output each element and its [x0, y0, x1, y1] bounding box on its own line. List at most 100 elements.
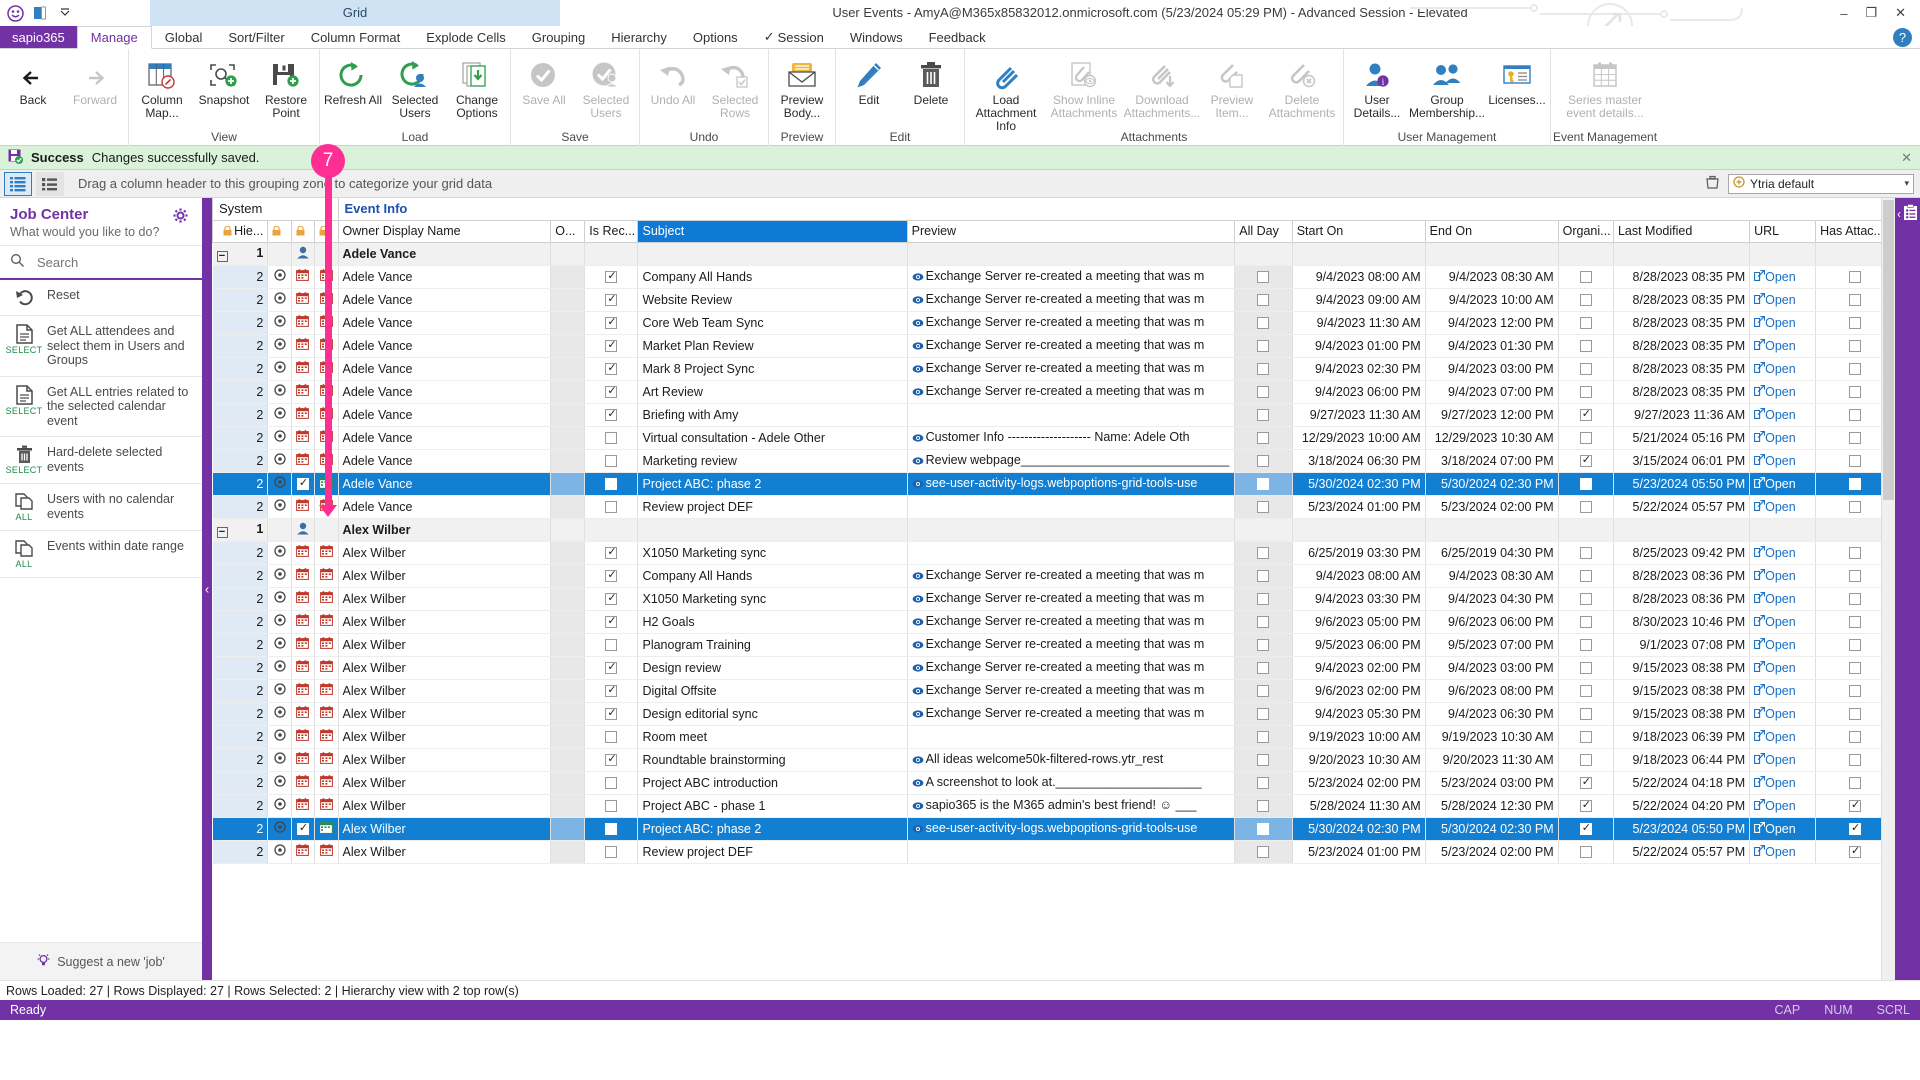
- table-row[interactable]: 2 Alex Wilber Project ABC: phase 2 see-user…: [212, 817, 1895, 841]
- checkbox[interactable]: [1257, 662, 1270, 675]
- organizer-cell[interactable]: [1558, 426, 1614, 450]
- organizer-cell[interactable]: [1558, 311, 1614, 335]
- all-day-cell[interactable]: [1234, 817, 1293, 841]
- table-row[interactable]: 2 Alex Wilber Review project DEF 5/23/2024 …: [212, 840, 1895, 864]
- right-panel-rail[interactable]: ‹: [1895, 198, 1920, 980]
- checkbox[interactable]: [605, 292, 618, 307]
- organizer-cell[interactable]: [1558, 633, 1614, 657]
- maximize-button[interactable]: ❐: [1865, 5, 1877, 21]
- scrollbar-thumb[interactable]: [1883, 200, 1894, 500]
- organizer-cell[interactable]: [1558, 725, 1614, 749]
- is-recurring-cell[interactable]: [584, 541, 639, 565]
- table-row[interactable]: 2 Alex Wilber X1050 Marketing sync 6/25/201…: [212, 541, 1895, 565]
- checkbox[interactable]: [605, 731, 618, 744]
- checkbox[interactable]: [605, 706, 618, 721]
- is-recurring-cell[interactable]: [584, 817, 639, 841]
- checkbox[interactable]: [1579, 407, 1592, 422]
- flat-list-view-icon[interactable]: [36, 171, 64, 196]
- grid-table[interactable]: System Event Info Hie... Owner Display Name…: [212, 198, 1895, 864]
- table-row[interactable]: 2 Alex Wilber Digital Offsite Exchange Serv…: [212, 679, 1895, 703]
- url-open-link[interactable]: Open: [1754, 385, 1796, 399]
- all-day-cell[interactable]: [1234, 380, 1293, 404]
- checkbox[interactable]: [1579, 547, 1592, 560]
- checkbox[interactable]: [1849, 317, 1862, 330]
- is-recurring-cell[interactable]: [584, 357, 639, 381]
- organizer-cell[interactable]: [1558, 449, 1614, 473]
- all-day-cell[interactable]: [1234, 679, 1293, 703]
- group-header-row[interactable]: −1 Adele Vance: [212, 242, 1895, 266]
- expander-icon[interactable]: −: [216, 526, 228, 538]
- is-recurring-cell[interactable]: [584, 288, 639, 312]
- licenses-button[interactable]: Licenses...: [1486, 49, 1548, 107]
- help-icon[interactable]: ?: [1893, 28, 1912, 47]
- all-day-cell[interactable]: [1234, 426, 1293, 450]
- all-day-cell[interactable]: [1234, 288, 1293, 312]
- table-row[interactable]: 2 Alex Wilber X1050 Marketing sync Exchange…: [212, 587, 1895, 611]
- all-day-cell[interactable]: [1234, 472, 1293, 496]
- all-day-cell[interactable]: [1234, 725, 1293, 749]
- url-cell[interactable]: Open: [1749, 311, 1817, 335]
- tab-session[interactable]: ✓ Session: [751, 26, 837, 48]
- checkbox[interactable]: [1579, 570, 1592, 583]
- checkbox[interactable]: [605, 752, 618, 767]
- url-cell[interactable]: Open: [1749, 771, 1817, 795]
- brand-tab[interactable]: sapio365: [0, 26, 77, 48]
- url-cell[interactable]: Open: [1749, 725, 1817, 749]
- all-day-cell[interactable]: [1234, 495, 1293, 519]
- calendar-icon-cell[interactable]: [291, 311, 316, 335]
- all-day-cell[interactable]: [1234, 311, 1293, 335]
- calendar-icon-cell[interactable]: [291, 541, 316, 565]
- tab-grouping[interactable]: Grouping: [519, 26, 598, 48]
- url-cell[interactable]: Open: [1749, 840, 1817, 864]
- job-item-hard-delete-selected-events[interactable]: SELECT Hard-delete selected events: [0, 437, 202, 484]
- checkbox[interactable]: [1257, 708, 1270, 721]
- checkbox[interactable]: [1257, 754, 1270, 767]
- selected-users-button[interactable]: Selected Users: [384, 49, 446, 120]
- column-header-is-rec[interactable]: Is Rec...: [584, 220, 639, 243]
- url-cell[interactable]: Open: [1749, 334, 1817, 358]
- organizer-cell[interactable]: [1558, 265, 1614, 289]
- checkbox[interactable]: [296, 821, 309, 836]
- row-select-checkbox-cell[interactable]: [291, 817, 316, 841]
- url-open-link[interactable]: Open: [1754, 270, 1796, 284]
- checkbox[interactable]: [1849, 340, 1862, 353]
- checkbox[interactable]: [1257, 685, 1270, 698]
- is-recurring-cell[interactable]: [584, 748, 639, 772]
- url-cell[interactable]: Open: [1749, 633, 1817, 657]
- organizer-cell[interactable]: [1558, 541, 1614, 565]
- checkbox[interactable]: [1257, 731, 1270, 744]
- url-cell[interactable]: Open: [1749, 610, 1817, 634]
- column-header-hie[interactable]: Hie...: [212, 220, 269, 243]
- organizer-cell[interactable]: [1558, 288, 1614, 312]
- load-attachment-info-button[interactable]: Load Attachment Info: [967, 49, 1045, 133]
- checkbox[interactable]: [605, 800, 618, 813]
- expander-icon[interactable]: −: [216, 250, 228, 262]
- checkbox[interactable]: [1257, 271, 1270, 284]
- url-cell[interactable]: Open: [1749, 495, 1817, 519]
- calendar-icon-cell[interactable]: [291, 840, 316, 864]
- search-row[interactable]: [0, 245, 202, 280]
- checkbox[interactable]: [1257, 823, 1270, 836]
- all-day-cell[interactable]: [1234, 403, 1293, 427]
- checkbox[interactable]: [1257, 409, 1270, 422]
- checkbox[interactable]: [1257, 455, 1270, 468]
- checkbox[interactable]: [605, 660, 618, 675]
- checkbox[interactable]: [1579, 453, 1592, 468]
- checkbox[interactable]: [1849, 409, 1862, 422]
- checkbox[interactable]: [1849, 547, 1862, 560]
- table-row[interactable]: 2 Adele Vance Marketing review Review webpa…: [212, 449, 1895, 473]
- url-open-link[interactable]: Open: [1754, 546, 1796, 560]
- tab-hierarchy[interactable]: Hierarchy: [598, 26, 680, 48]
- calendar-icon-cell[interactable]: [291, 380, 316, 404]
- calendar-icon-cell[interactable]: [291, 702, 316, 726]
- url-open-link[interactable]: Open: [1754, 730, 1796, 744]
- is-recurring-cell[interactable]: [584, 771, 639, 795]
- collapse-left-icon[interactable]: ‹: [202, 582, 212, 597]
- checkbox[interactable]: [1257, 386, 1270, 399]
- checkbox[interactable]: [1579, 616, 1592, 629]
- is-recurring-cell[interactable]: [584, 794, 639, 818]
- calendar-icon-cell[interactable]: [291, 403, 316, 427]
- group-membership-button[interactable]: Group Membership...: [1408, 49, 1486, 120]
- organizer-cell[interactable]: [1558, 357, 1614, 381]
- is-recurring-cell[interactable]: [584, 564, 639, 588]
